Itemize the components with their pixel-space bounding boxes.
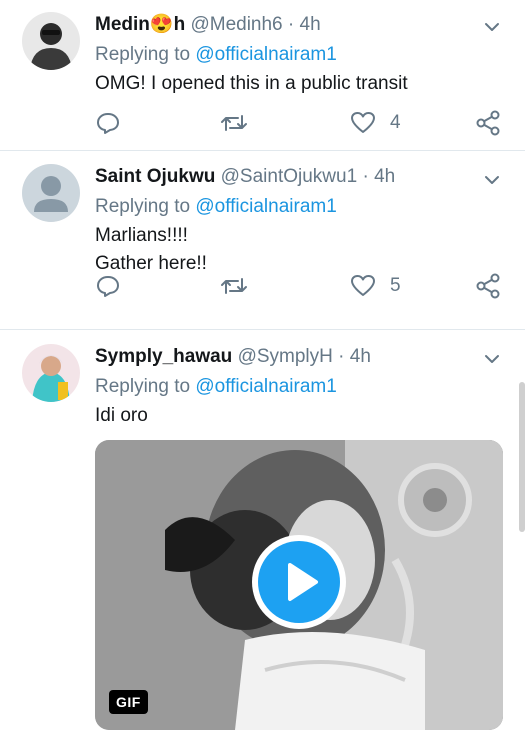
chevron-down-icon[interactable] — [483, 171, 501, 189]
timestamp[interactable]: 4h — [350, 346, 371, 367]
tweet-header: Saint Ojukwu @SaintOjukwu1 · 4h — [95, 164, 503, 190]
share-button[interactable] — [475, 108, 501, 138]
play-icon — [258, 541, 340, 623]
replying-to: Replying to @officialnairam1 — [95, 374, 503, 400]
like-count: 5 — [390, 275, 401, 296]
like-button[interactable]: 5 — [350, 271, 401, 301]
tweet-content: Medin😍h @Medinh6 · 4h Replying to @offic… — [95, 12, 503, 98]
tweet-text: Idi oro — [95, 405, 148, 426]
share-icon — [476, 110, 500, 136]
user-handle[interactable]: @SymplyH — [238, 346, 333, 367]
replying-label: Replying to — [95, 196, 191, 217]
user-handle[interactable]: @Medinh6 — [190, 14, 282, 35]
emoji: 😍 — [149, 14, 174, 35]
mention-link[interactable]: @officialnairam1 — [195, 196, 336, 217]
gif-media[interactable]: GIF — [95, 440, 503, 730]
scrollbar[interactable] — [519, 382, 525, 532]
avatar[interactable] — [22, 12, 80, 70]
reply-button[interactable] — [95, 271, 121, 301]
share-button[interactable] — [475, 271, 501, 301]
retweet-button[interactable] — [220, 108, 248, 138]
chevron-down-icon[interactable] — [483, 350, 501, 368]
tweet-header: Medin😍h @Medinh6 · 4h — [95, 12, 503, 38]
reply-icon — [97, 276, 119, 297]
replying-label: Replying to — [95, 44, 191, 65]
replying-to: Replying to @officialnairam1 — [95, 42, 503, 68]
user-handle[interactable]: @SaintOjukwu1 — [221, 166, 358, 187]
tweet-actions: 5 — [95, 271, 503, 301]
timestamp[interactable]: 4h — [374, 166, 395, 187]
like-button[interactable]: 4 — [350, 108, 401, 138]
separator-dot: · — [362, 166, 369, 187]
reply-icon — [97, 113, 119, 134]
display-name[interactable]: Medin😍h — [95, 14, 185, 35]
mention-link[interactable]: @officialnairam1 — [195, 376, 336, 397]
like-icon — [351, 275, 375, 296]
mention-link[interactable]: @officialnairam1 — [195, 44, 336, 65]
display-name[interactable]: Saint Ojukwu — [95, 166, 215, 187]
tweet-text-line: Marlians!!!! — [95, 225, 188, 246]
tweet-content: Symply_hawau @SymplyH · 4h Replying to @… — [95, 344, 503, 430]
share-icon — [476, 273, 500, 299]
retweet-button[interactable] — [220, 271, 248, 301]
tweet-text: OMG! I opened this in a public transit — [95, 73, 408, 94]
gif-badge: GIF — [109, 690, 148, 714]
tweet-text: Marlians!!!! Gather here!! — [95, 222, 503, 278]
retweet-icon — [221, 115, 247, 131]
retweet-icon — [221, 278, 247, 294]
avatar[interactable] — [22, 164, 80, 222]
tweet[interactable]: Medin😍h @Medinh6 · 4h Replying to @offic… — [0, 0, 525, 151]
separator-dot: · — [338, 346, 345, 367]
tweet[interactable]: Saint Ojukwu @SaintOjukwu1 · 4h Replying… — [0, 151, 525, 330]
avatar[interactable] — [22, 344, 80, 402]
like-icon — [351, 112, 375, 133]
like-count: 4 — [390, 112, 401, 133]
reply-button[interactable] — [95, 108, 121, 138]
tweet-content: Saint Ojukwu @SaintOjukwu1 · 4h Replying… — [95, 164, 503, 278]
timestamp[interactable]: 4h — [300, 14, 321, 35]
replying-label: Replying to — [95, 376, 191, 397]
chevron-down-icon[interactable] — [483, 18, 501, 36]
tweet-header: Symply_hawau @SymplyH · 4h — [95, 344, 503, 370]
tweet-actions: 4 — [95, 108, 503, 138]
display-name[interactable]: Symply_hawau — [95, 346, 232, 367]
play-button[interactable] — [252, 535, 346, 629]
replying-to: Replying to @officialnairam1 — [95, 194, 503, 220]
separator-dot: · — [287, 14, 295, 35]
